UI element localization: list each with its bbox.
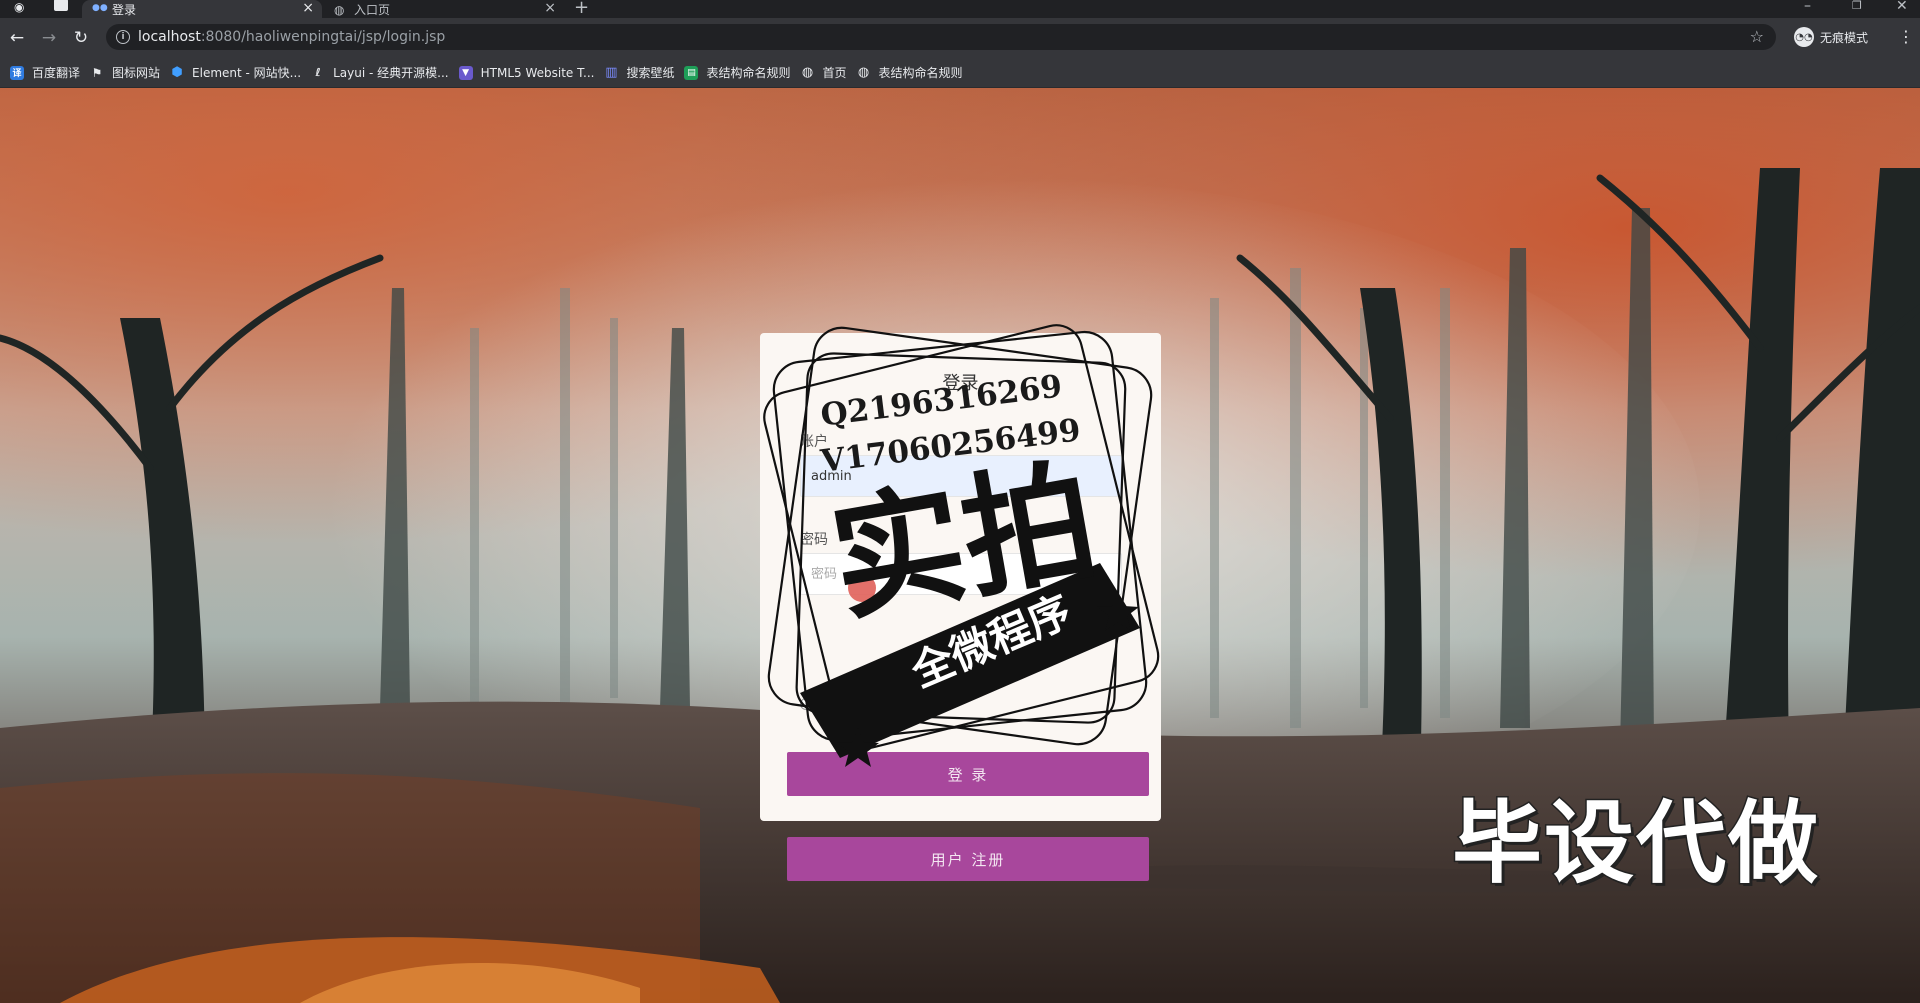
role-user-radio[interactable]: 用户	[870, 695, 910, 712]
flag-icon: ⚑	[91, 65, 103, 80]
role-selector: 管理员 用户	[800, 695, 910, 712]
role-admin-label: 管理员	[816, 697, 853, 711]
globe-icon: ◍	[801, 65, 814, 80]
wallpaper-icon: ▥	[605, 65, 618, 80]
sheet-icon: ▤	[684, 65, 699, 80]
url-host: localhost	[138, 29, 201, 45]
bookmark-item[interactable]: ▤ 表结构命名规则	[682, 61, 798, 85]
tab-favicon-icon: ●●	[92, 3, 108, 13]
globe-icon: ◍	[857, 65, 870, 80]
incognito-icon: ◔◔	[1794, 27, 1814, 47]
watermark-text: 毕设代做	[1451, 790, 1820, 898]
login-card: 登录 账户 密码 管理员 用户 登 录 用户 注册	[760, 333, 1161, 881]
bookmark-item[interactable]: ◍ 表结构命名规则	[855, 61, 971, 85]
bookmark-item[interactable]: ⬢ Element - 网站快...	[168, 61, 309, 85]
register-button[interactable]: 用户 注册	[787, 837, 1149, 881]
site-info-icon[interactable]: i	[116, 30, 130, 44]
bookmark-label: Element - 网站快...	[192, 66, 302, 80]
bookmark-star-icon[interactable]: ☆	[1750, 27, 1764, 46]
bookmark-item[interactable]: ▼ HTML5 Website T...	[457, 61, 603, 85]
forward-icon[interactable]: →	[38, 27, 60, 49]
restore-icon[interactable]: ❐	[1852, 0, 1862, 12]
login-title: 登录	[942, 373, 979, 394]
back-icon[interactable]: ←	[6, 27, 28, 49]
html5-icon: ▼	[458, 65, 473, 80]
password-label: 密码	[800, 532, 828, 548]
tab-entry-title: 入口页	[354, 2, 391, 17]
password-input[interactable]	[800, 553, 1122, 595]
bookmark-item[interactable]: 译百度翻译	[8, 61, 88, 85]
radio-circle-icon	[800, 697, 812, 710]
reload-icon[interactable]: ↻	[70, 27, 92, 49]
bookmark-item[interactable]: ℓ Layui - 经典开源模...	[309, 61, 456, 85]
bookmark-label: 搜索壁纸	[626, 66, 675, 80]
incognito-label: 无痕模式	[1820, 30, 1869, 45]
close-icon[interactable]: ×	[302, 0, 314, 16]
new-tab-icon[interactable]: +	[574, 0, 589, 18]
bookmark-label: 百度翻译	[32, 66, 81, 80]
bookmark-item[interactable]: ▥ 搜索壁纸	[602, 61, 682, 85]
login-button[interactable]: 登 录	[787, 752, 1149, 796]
tab-search-icon[interactable]	[54, 0, 68, 11]
minimize-icon[interactable]: –	[1804, 0, 1811, 14]
role-admin-radio[interactable]: 管理员	[800, 695, 852, 712]
bookmark-label: 首页	[822, 66, 847, 80]
account-input[interactable]	[800, 455, 1122, 497]
bookmark-label: 表结构命名规则	[706, 66, 791, 80]
bookmark-label: HTML5 Website T...	[480, 65, 595, 80]
page-viewport: 登录 账户 密码 管理员 用户 登 录 用户 注册 Q2	[0, 88, 1920, 1003]
tab-bar: ◉ ●● 登录 × ◍ 入口页 × + – ❐ ✕	[0, 0, 1920, 18]
bookmarks-bar: 译百度翻译 ⚑ 图标网站 ⬢ Element - 网站快... ℓ Layui - 经…	[0, 58, 1920, 88]
element-icon: ⬢	[171, 65, 183, 80]
browser-toolbar: ← → ↻ i localhost:8080/haoliwenpingtai/j…	[0, 18, 1920, 58]
url-path: :8080/haoliwenpingtai/jsp/login.jsp	[200, 29, 446, 45]
bookmark-label: 表结构命名规则	[878, 66, 963, 80]
tab-login[interactable]: ●● 登录 ×	[82, 0, 322, 18]
globe-icon: ◍	[334, 3, 345, 17]
incognito-indicator[interactable]: ◔◔ 无痕模式	[1794, 27, 1868, 47]
close-icon[interactable]: ×	[544, 0, 556, 16]
translate-icon: 译	[10, 65, 24, 80]
bookmark-label: Layui - 经典开源模...	[333, 66, 449, 80]
layui-icon: ℓ	[315, 66, 321, 79]
window-app-icon: ◉	[14, 0, 25, 14]
radio-circle-icon	[870, 697, 883, 710]
address-bar[interactable]: i localhost:8080/haoliwenpingtai/jsp/log…	[106, 24, 1776, 50]
menu-icon[interactable]: ⋮	[1898, 27, 1914, 46]
account-label: 账户	[800, 434, 828, 450]
tab-login-title: 登录	[112, 2, 137, 17]
role-user-label: 用户	[886, 697, 911, 711]
bookmark-item[interactable]: ◍ 首页	[798, 61, 854, 85]
bookmark-item[interactable]: ⚑ 图标网站	[88, 61, 168, 85]
tab-entry[interactable]: ◍ 入口页 ×	[324, 0, 564, 18]
bookmark-label: 图标网站	[112, 66, 161, 80]
window-close-icon[interactable]: ✕	[1896, 0, 1908, 14]
